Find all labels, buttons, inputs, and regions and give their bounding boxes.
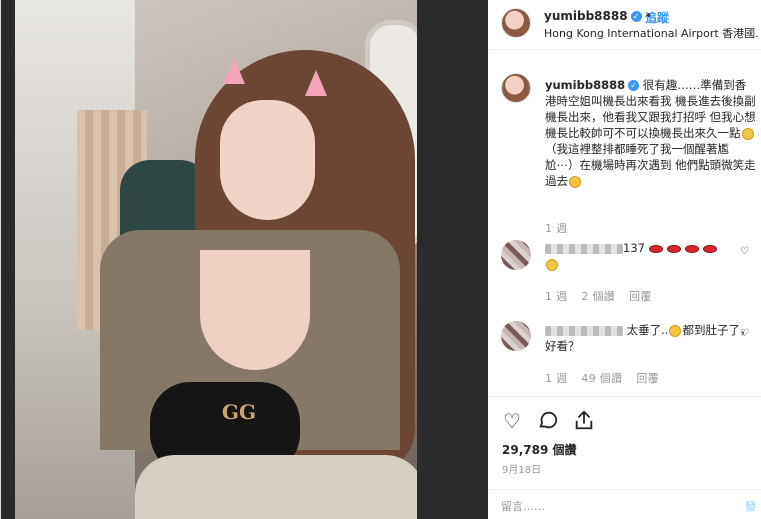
comment-1-likes[interactable]: 2 個讚 [581, 290, 615, 303]
caption-author-avatar[interactable] [501, 73, 531, 103]
grin-emoji-icon [741, 127, 754, 140]
comment-1-reply[interactable]: 回覆 [629, 290, 652, 303]
likes-count[interactable]: 29,789 個讚 [502, 441, 577, 458]
caption-meta: 1 週 [545, 220, 581, 236]
commenter-username-blurred[interactable] [545, 325, 623, 336]
lips-emoji-icon [666, 244, 681, 253]
post-actions: ♡ 29,789 個讚 9月18日 發 [489, 396, 761, 519]
comment-2-text-a: 太垂了.. [626, 323, 669, 337]
post-window: GG yumibb8888 ✓ • 追蹤 Hong Kong Internation… [0, 0, 761, 519]
post-date[interactable]: 9月18日 [502, 461, 541, 476]
comment-icon[interactable] [536, 409, 560, 433]
verified-badge-icon: ✓ [628, 80, 640, 91]
post-comment-button[interactable]: 發 [745, 498, 756, 514]
comments-list[interactable]: yumibb8888 ✓ 很有趣……準備到香港時空姐叫機長出來看我 機長進去後換副… [489, 51, 761, 396]
location-link[interactable]: Hong Kong International Airport 香港國... [544, 25, 759, 41]
comment-2-likes[interactable]: 49 個讚 [581, 372, 622, 385]
comment-like-heart-icon[interactable]: ♡ [740, 247, 750, 257]
comment-2: 太垂了.. 都到肚子了，好看？ [545, 322, 757, 354]
handbag-logo: GG [221, 400, 257, 424]
comment-1-time[interactable]: 1 週 [545, 290, 567, 303]
post-photo[interactable]: GG [1, 0, 488, 519]
author-username-text[interactable]: yumibb8888 [544, 9, 628, 23]
heart-icon[interactable]: ♡ [500, 409, 524, 433]
comment-2-meta: 1 週 49 個讚 回覆 [545, 370, 673, 386]
verified-badge-icon: ✓ [630, 11, 642, 22]
subject-neckline [200, 250, 310, 370]
comment-like-heart-icon[interactable]: ♡ [740, 329, 750, 339]
photo-frame: GG [15, 0, 417, 519]
author-avatar[interactable] [501, 8, 531, 38]
follow-button[interactable]: 追蹤 [645, 9, 669, 26]
post-header: yumibb8888 ✓ • 追蹤 Hong Kong International … [489, 0, 761, 50]
add-comment-bar: 發 [489, 489, 761, 519]
comment-1-suffix: 137 [623, 241, 645, 255]
grin-emoji-icon [669, 324, 682, 337]
caption-username[interactable]: yumibb8888 [545, 78, 625, 92]
comment-1-meta: 1 週 2 個讚 回覆 [545, 288, 666, 304]
caption-time[interactable]: 1 週 [545, 222, 567, 235]
commenter-avatar[interactable] [501, 240, 531, 270]
commenter-username-blurred[interactable] [545, 243, 623, 254]
post-sidebar: yumibb8888 ✓ • 追蹤 Hong Kong International … [489, 0, 761, 519]
author-username[interactable]: yumibb8888 ✓ • [544, 9, 655, 23]
lips-emoji-icon [684, 244, 699, 253]
comment-1: 137 [545, 240, 757, 272]
grin-emoji-icon [546, 258, 558, 271]
caption: yumibb8888 ✓ 很有趣……準備到香港時空姐叫機長出來看我 機長進去後換副… [545, 77, 757, 189]
subject-lap [135, 455, 417, 519]
commenter-avatar[interactable] [501, 321, 531, 351]
comment-2-reply[interactable]: 回覆 [636, 372, 659, 385]
lips-emoji-icon [648, 244, 663, 253]
comment-input[interactable] [501, 498, 701, 514]
lips-emoji-icon [702, 244, 717, 253]
grin-emoji-icon [569, 175, 581, 188]
comment-2-time[interactable]: 1 週 [545, 372, 567, 385]
share-icon[interactable] [572, 409, 596, 433]
subject-face [220, 100, 315, 220]
